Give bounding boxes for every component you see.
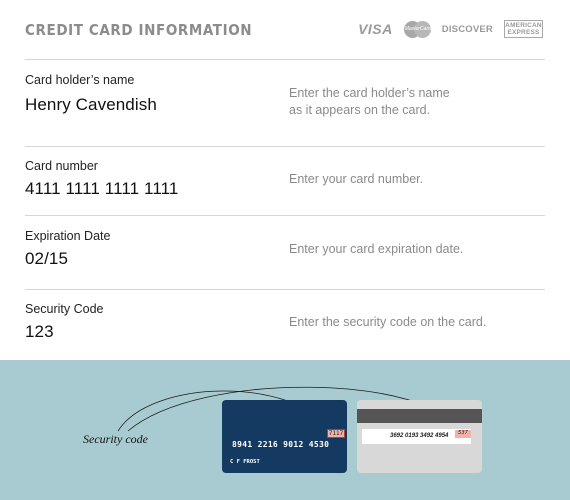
page-title: CREDIT CARD INFORMATION (25, 21, 253, 39)
front-card-holder: C F FROST (230, 459, 260, 465)
accepted-cards: VISA MasterCard DISCOVER AMERICAN EXPRES… (358, 20, 543, 38)
amex-logo: AMERICAN EXPRESS (504, 20, 543, 38)
front-card-number: 8941 2216 9012 4530 (232, 440, 330, 449)
security-code-help: Enter the security code on the card. (289, 315, 487, 329)
card-number-input[interactable]: 4111 1111 1111 1111 (25, 179, 178, 199)
expiration-date-input[interactable]: 02/15 (25, 249, 68, 269)
security-code-label: Security Code (25, 302, 104, 316)
mastercard-logo: MasterCard (403, 20, 431, 38)
front-cvv-highlight: 7117 (327, 429, 345, 438)
visa-logo: VISA (358, 21, 393, 37)
back-cvv-highlight: 537 (455, 430, 471, 438)
discover-logo: DISCOVER (441, 23, 493, 35)
card-holder-name-label: Card holder’s name (25, 73, 135, 87)
security-code-illustration: Security code 7117 8941 2216 9012 4530 C… (0, 360, 570, 500)
security-code-caption: Security code (83, 432, 148, 446)
card-holder-name-input[interactable]: Henry Cavendish (25, 95, 157, 115)
card-number-label: Card number (25, 159, 98, 173)
security-code-input[interactable]: 123 (25, 322, 54, 342)
card-number-help: Enter your card number. (289, 172, 424, 186)
magnetic-stripe (357, 409, 482, 423)
expiration-date-row: Expiration Date 02/15 Enter your card ex… (25, 216, 545, 290)
card-holder-name-row: Card holder’s name Henry Cavendish Enter… (25, 60, 545, 147)
card-back-image: 3692 0193 3492 4954 537 (357, 400, 482, 473)
card-info-header: CREDIT CARD INFORMATION VISA MasterCard … (25, 0, 545, 60)
card-number-row: Card number 4111 1111 1111 1111 Enter yo… (25, 147, 545, 216)
expiration-date-label: Expiration Date (25, 229, 111, 243)
card-holder-name-help: Enter the card holder’s name as it appea… (289, 86, 450, 117)
back-card-number: 3692 0193 3492 4954 (390, 433, 449, 439)
card-front-image: 7117 8941 2216 9012 4530 C F FROST (222, 400, 347, 473)
security-code-row: Security Code 123 Enter the security cod… (25, 290, 545, 360)
expiration-date-help: Enter your card expiration date. (289, 242, 464, 256)
